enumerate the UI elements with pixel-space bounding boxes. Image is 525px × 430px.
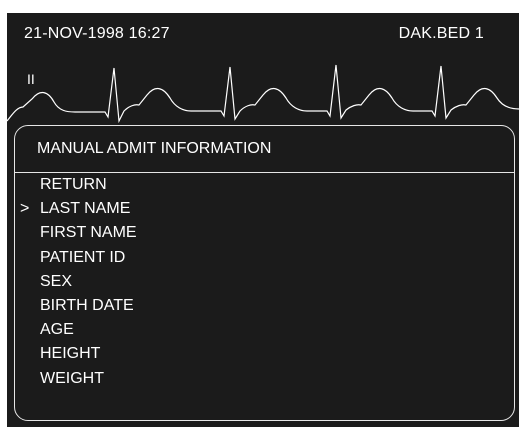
menu-item-weight[interactable]: WEIGHT xyxy=(15,367,514,391)
menu-item-height[interactable]: HEIGHT xyxy=(15,342,514,366)
selection-cursor: > xyxy=(20,200,30,218)
date-time: 21-NOV-1998 16:27 xyxy=(24,25,170,42)
menu-item-label: LAST NAME xyxy=(40,200,131,218)
menu-title: MANUAL ADMIT INFORMATION xyxy=(37,140,272,157)
menu-item-last-name[interactable]: > LAST NAME xyxy=(15,197,514,221)
menu-item-birth-date[interactable]: BIRTH DATE xyxy=(15,294,514,318)
menu-item-age[interactable]: AGE xyxy=(15,318,514,342)
menu-item-first-name[interactable]: FIRST NAME xyxy=(15,221,514,245)
menu-items: RETURN > LAST NAME FIRST NAME PATIENT ID SEX B… xyxy=(15,173,514,391)
bed-label: DAK.BED 1 xyxy=(398,25,484,42)
menu-item-label: BIRTH DATE xyxy=(40,296,134,314)
admit-menu-panel: MANUAL ADMIT INFORMATION RETURN > LAST NAM… xyxy=(14,125,515,421)
menu-item-label: WEIGHT xyxy=(40,369,104,387)
menu-item-label: PATIENT ID xyxy=(40,248,126,266)
status-header: 21-NOV-1998 16:27 DAK.BED 1 xyxy=(7,13,519,61)
menu-item-label: SEX xyxy=(40,272,73,290)
ecg-waveform xyxy=(7,64,519,124)
menu-item-label: HEIGHT xyxy=(40,345,101,363)
menu-item-label: FIRST NAME xyxy=(40,224,137,242)
menu-item-label: AGE xyxy=(40,321,74,339)
menu-item-return[interactable]: RETURN xyxy=(15,173,514,197)
menu-item-label: RETURN xyxy=(40,176,107,193)
menu-item-sex[interactable]: SEX xyxy=(15,270,514,294)
menu-item-patient-id[interactable]: PATIENT ID xyxy=(15,246,514,270)
ecg-trace xyxy=(7,64,519,124)
monitor-screen: 21-NOV-1998 16:27 DAK.BED 1 II MANUAL AD… xyxy=(7,13,519,427)
